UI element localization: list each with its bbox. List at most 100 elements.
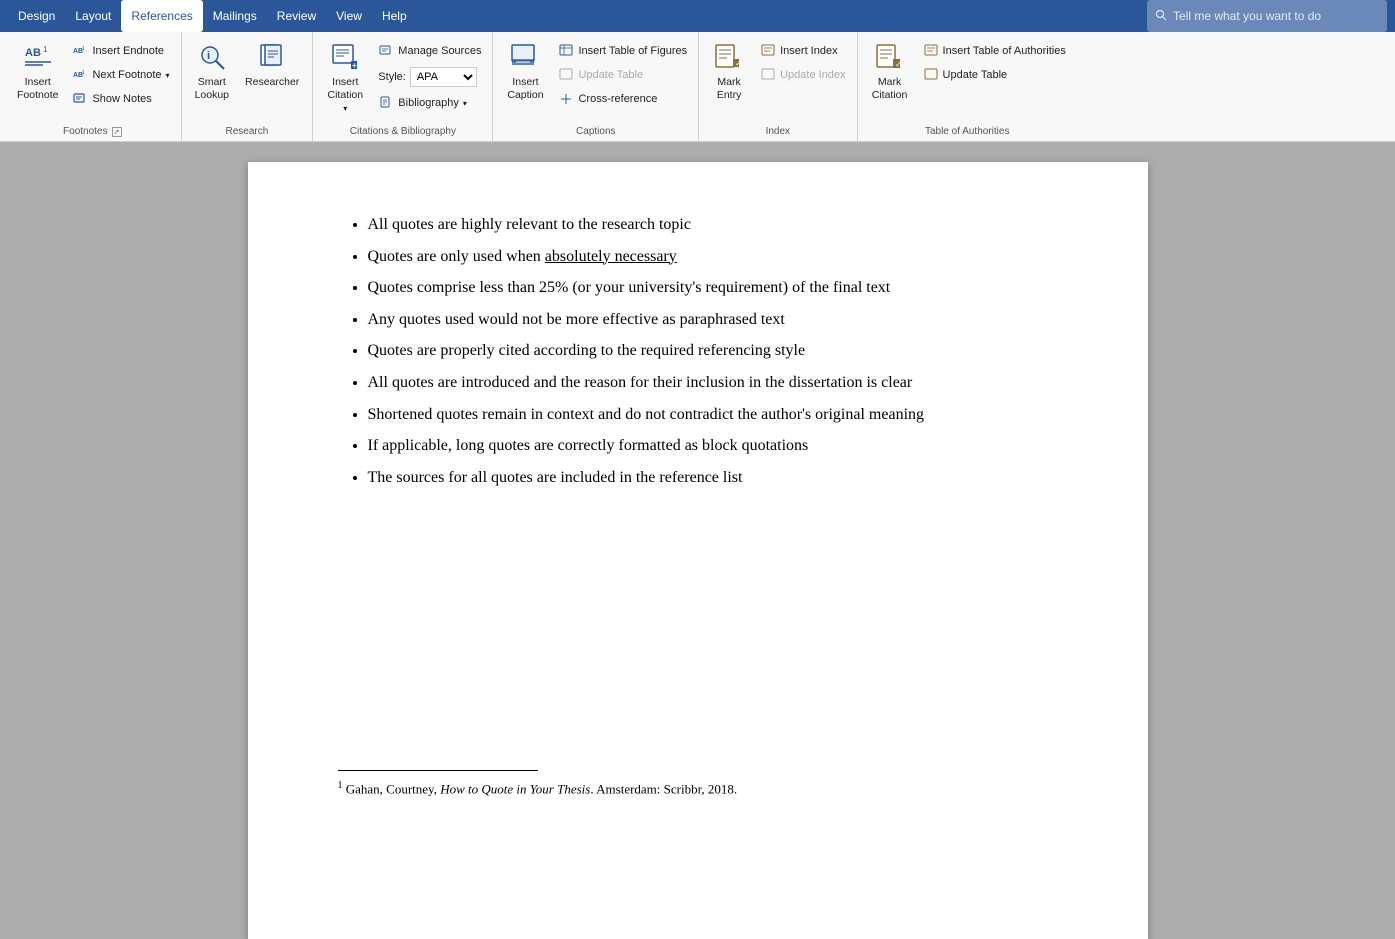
next-footnote-icon: AB 1 (72, 67, 88, 83)
insert-table-of-figures-button[interactable]: Insert Table of Figures (553, 40, 692, 62)
search-box[interactable] (1147, 0, 1387, 32)
list-item: The sources for all quotes are included … (368, 465, 1058, 491)
menu-layout[interactable]: Layout (65, 0, 121, 32)
svg-text:1: 1 (82, 46, 85, 52)
insert-table-authorities-button[interactable]: Insert Table of Authorities (918, 40, 1071, 62)
research-group-label: Research (188, 124, 307, 141)
update-table-captions-label: Update Table (578, 69, 643, 81)
update-index-button: Update Index (755, 64, 850, 86)
insert-index-icon (760, 43, 776, 59)
table-authorities-group-label: Table of Authorities (864, 124, 1071, 141)
ribbon-group-research: i SmartLookup Researcher (182, 32, 314, 141)
manage-sources-label: Manage Sources (398, 45, 481, 57)
svg-text:1: 1 (82, 70, 85, 76)
cross-reference-icon (558, 91, 574, 107)
ribbon-group-index: ✓ MarkEntry Insert Index (699, 32, 857, 141)
bibliography-label: Bibliography (398, 97, 459, 109)
insert-caption-label: InsertCaption (507, 76, 543, 101)
mark-citation-icon: ✓ (874, 41, 906, 73)
ribbon-group-citations: + InsertCitation ▾ Manage Sources (313, 32, 493, 141)
insert-table-authorities-icon (923, 43, 939, 59)
smart-lookup-icon: i (196, 41, 228, 73)
mark-entry-label: MarkEntry (717, 76, 742, 101)
list-item: All quotes are highly relevant to the re… (368, 212, 1058, 238)
researcher-button[interactable]: Researcher (238, 36, 306, 94)
mark-citation-label: MarkCitation (872, 76, 908, 101)
insert-footnote-button[interactable]: AB 1 InsertFootnote (10, 36, 65, 106)
ribbon-group-captions: InsertCaption Insert Table of Figures (493, 32, 699, 141)
bibliography-icon (378, 95, 394, 111)
footnote-title: How to Quote in Your Thesis (440, 782, 590, 797)
list-item: Quotes are properly cited according to t… (368, 338, 1058, 364)
cross-reference-label: Cross-reference (578, 93, 657, 105)
insert-caption-icon (509, 41, 541, 73)
menu-review[interactable]: Review (267, 0, 326, 32)
insert-table-authorities-label: Insert Table of Authorities (943, 45, 1066, 57)
insert-citation-icon: + (329, 41, 361, 73)
insert-citation-dropdown-icon: ▾ (343, 104, 347, 113)
ribbon-group-footnotes: AB 1 InsertFootnote AB 1 (4, 32, 182, 141)
update-index-label: Update Index (780, 69, 845, 81)
ribbon: AB 1 InsertFootnote AB 1 (0, 32, 1395, 142)
style-select[interactable]: APA MLA Chicago (410, 67, 477, 87)
menu-mailings[interactable]: Mailings (203, 0, 267, 32)
document-page: All quotes are highly relevant to the re… (248, 162, 1148, 939)
insert-citation-button[interactable]: + InsertCitation ▾ (319, 36, 371, 118)
document-area: All quotes are highly relevant to the re… (0, 142, 1395, 939)
style-row: Style: APA MLA Chicago (373, 64, 486, 90)
insert-index-label: Insert Index (780, 45, 837, 57)
smart-lookup-label: SmartLookup (195, 76, 229, 101)
menu-bar: Design Layout References Mailings Review… (0, 0, 1395, 32)
mark-citation-button[interactable]: ✓ MarkCitation (864, 36, 916, 106)
list-item: Quotes comprise less than 25% (or your u… (368, 275, 1058, 301)
show-notes-button[interactable]: Show Notes (67, 88, 174, 110)
footnotes-expand-icon[interactable]: ↗ (112, 127, 122, 137)
show-notes-icon (72, 91, 88, 107)
underlined-text: absolutely necessary (545, 248, 677, 265)
bibliography-button[interactable]: Bibliography ▾ (373, 92, 486, 114)
svg-text:i: i (207, 50, 210, 62)
next-footnote-label: Next Footnote (92, 69, 161, 81)
update-table-auth-icon (923, 67, 939, 83)
insert-endnote-button[interactable]: AB 1 Insert Endnote (67, 40, 174, 62)
citations-group-label: Citations & Bibliography (319, 124, 486, 141)
insert-endnote-icon: AB 1 (72, 43, 88, 59)
insert-endnote-label: Insert Endnote (92, 45, 164, 57)
footnote-citation-rest: . Amsterdam: Scribbr, 2018. (590, 782, 737, 797)
manage-sources-button[interactable]: Manage Sources (373, 40, 486, 62)
style-label: Style: (378, 71, 406, 83)
mark-entry-icon: ✓ (713, 41, 745, 73)
footnote-author: Gahan, Courtney, (346, 782, 440, 797)
list-item: All quotes are introduced and the reason… (368, 370, 1058, 396)
svg-text:+: + (352, 61, 357, 70)
ribbon-group-table-authorities: ✓ MarkCitation Insert Table of Authoriti… (858, 32, 1077, 141)
index-group-label: Index (705, 124, 850, 141)
researcher-label: Researcher (245, 76, 299, 89)
insert-footnote-label: InsertFootnote (17, 76, 58, 101)
list-item: Any quotes used would not be more effect… (368, 307, 1058, 333)
insert-footnote-icon: AB 1 (22, 41, 54, 73)
insert-index-button[interactable]: Insert Index (755, 40, 850, 62)
update-table-captions-icon (558, 67, 574, 83)
footnote-number: 1 (338, 780, 343, 791)
update-table-auth-button[interactable]: Update Table (918, 64, 1071, 86)
footnote-text: 1 Gahan, Courtney, How to Quote in Your … (338, 779, 1058, 799)
list-item: Shortened quotes remain in context and d… (368, 402, 1058, 428)
insert-caption-button[interactable]: InsertCaption (499, 36, 551, 106)
next-footnote-button[interactable]: AB 1 Next Footnote ▾ (67, 64, 174, 86)
menu-help[interactable]: Help (372, 0, 417, 32)
cross-reference-button[interactable]: Cross-reference (553, 88, 692, 110)
svg-text:✓: ✓ (735, 59, 742, 68)
search-input[interactable] (1173, 9, 1379, 23)
menu-references[interactable]: References (121, 0, 202, 32)
footnotes-group-label: Footnotes ↗ (10, 124, 175, 141)
menu-design[interactable]: Design (8, 0, 65, 32)
mark-entry-button[interactable]: ✓ MarkEntry (705, 36, 753, 106)
insert-table-of-figures-icon (558, 43, 574, 59)
bibliography-dropdown-icon: ▾ (463, 99, 467, 108)
smart-lookup-button[interactable]: i SmartLookup (188, 36, 236, 106)
menu-view[interactable]: View (326, 0, 372, 32)
svg-text:AB: AB (25, 47, 41, 59)
next-footnote-dropdown-icon: ▾ (166, 71, 170, 80)
update-table-captions-button: Update Table (553, 64, 692, 86)
